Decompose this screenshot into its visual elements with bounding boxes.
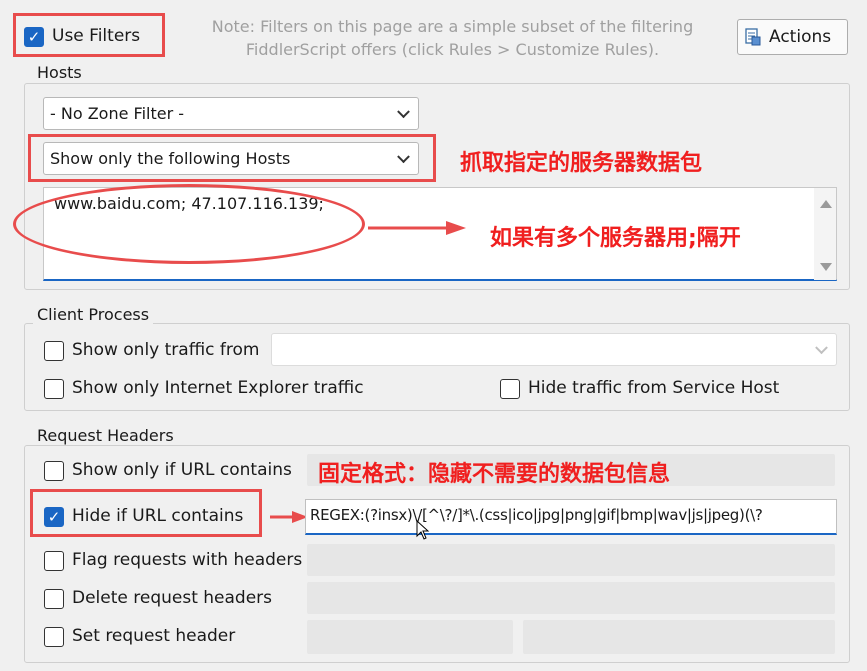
- scrollbar[interactable]: [814, 188, 836, 280]
- set-header-checkbox[interactable]: [44, 627, 64, 647]
- hide-service-host-label[interactable]: Hide traffic from Service Host: [528, 378, 779, 398]
- actions-icon: [744, 27, 762, 47]
- show-only-traffic-from-checkbox[interactable]: [44, 341, 64, 361]
- set-header-value-input[interactable]: [523, 620, 835, 654]
- host-filter-highlight: [28, 134, 436, 182]
- delete-headers-checkbox[interactable]: [44, 589, 64, 609]
- show-only-ie-checkbox[interactable]: [44, 379, 64, 399]
- annotation-capture-hosts: 抓取指定的服务器数据包: [460, 151, 703, 176]
- client-process-title: Client Process: [33, 305, 154, 324]
- zone-filter-dropdown[interactable]: - No Zone Filter -: [43, 97, 419, 130]
- mouse-cursor-icon: [416, 519, 430, 544]
- hosts-title: Hosts: [33, 63, 86, 82]
- flag-requests-checkbox[interactable]: [44, 551, 64, 571]
- show-only-url-label[interactable]: Show only if URL contains: [72, 460, 292, 480]
- annotation-fixed-format: 固定格式：隐藏不需要的数据包信息: [318, 462, 671, 487]
- show-only-ie-label[interactable]: Show only Internet Explorer traffic: [72, 378, 364, 398]
- scroll-up-icon[interactable]: [820, 200, 832, 208]
- hide-service-host-checkbox[interactable]: [500, 379, 520, 399]
- hide-if-url-value: REGEX:(?insx)\/[^\?/]*\.(css|ico|jpg|png…: [310, 506, 763, 524]
- hide-if-url-highlight: [30, 489, 262, 537]
- show-only-url-checkbox[interactable]: [44, 461, 64, 481]
- arrow-right-icon: [368, 218, 468, 242]
- set-header-label[interactable]: Set request header: [72, 626, 235, 646]
- note-line-2: FiddlerScript offers (click Rules > Cust…: [245, 40, 660, 59]
- scroll-down-icon[interactable]: [820, 263, 832, 271]
- note-line-1: Note: Filters on this page are a simple …: [211, 17, 694, 36]
- flag-requests-label[interactable]: Flag requests with headers: [72, 550, 302, 570]
- arrow-right-icon: [270, 507, 310, 531]
- filters-note: Note: Filters on this page are a simple …: [180, 15, 725, 61]
- delete-headers-input[interactable]: [307, 582, 835, 614]
- chevron-down-icon: [397, 104, 410, 118]
- request-headers-title: Request Headers: [33, 426, 178, 445]
- set-header-name-input[interactable]: [307, 620, 513, 654]
- zone-filter-value: - No Zone Filter -: [50, 104, 185, 123]
- annotation-multiple-hosts: 如果有多个服务器用;隔开: [490, 226, 741, 251]
- host-list-ellipse-annotation: [13, 184, 365, 264]
- actions-label: Actions: [769, 27, 832, 47]
- hide-if-url-input[interactable]: REGEX:(?insx)\/[^\?/]*\.(css|ico|jpg|png…: [305, 499, 837, 535]
- delete-headers-label[interactable]: Delete request headers: [72, 588, 272, 608]
- show-only-traffic-from-label[interactable]: Show only traffic from: [72, 340, 259, 360]
- flag-requests-input[interactable]: [307, 544, 835, 576]
- use-filters-highlight: [13, 13, 165, 57]
- actions-button[interactable]: Actions: [737, 19, 848, 55]
- chevron-down-icon: [815, 340, 828, 354]
- process-dropdown[interactable]: [271, 333, 837, 366]
